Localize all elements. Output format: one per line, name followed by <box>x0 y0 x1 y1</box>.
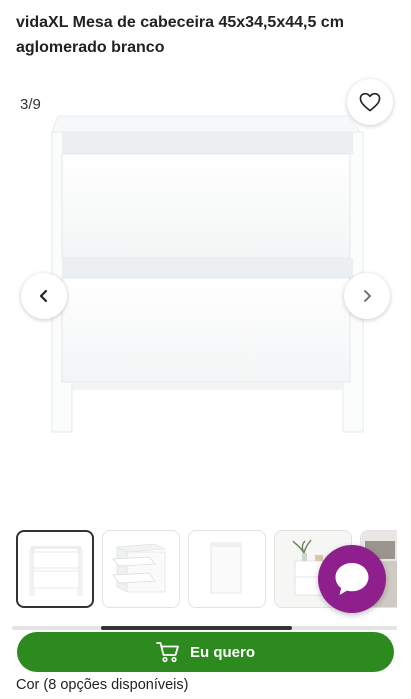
thumb-side-view <box>210 542 242 594</box>
image-counter: 3/9 <box>20 96 41 113</box>
buy-button[interactable]: Eu quero <box>17 632 394 672</box>
chevron-left-icon <box>39 289 48 303</box>
product-title: vidaXL Mesa de cabeceira 45x34,5x44,5 cm… <box>16 14 344 56</box>
thumb-front-view <box>29 546 83 596</box>
thumbnail-item[interactable] <box>16 530 94 608</box>
scrollbar-thumb[interactable] <box>101 626 292 630</box>
chevron-right-icon <box>364 290 371 302</box>
chat-button[interactable] <box>318 545 386 613</box>
next-image-button[interactable] <box>344 273 390 319</box>
chat-bubble-icon <box>335 563 369 595</box>
thumb-drawers-open <box>112 543 167 593</box>
thumbnail-item[interactable] <box>102 530 180 608</box>
color-options-label: Cor (8 opções disponíveis) <box>16 677 189 693</box>
thumbnail-item[interactable] <box>188 530 266 608</box>
heart-icon <box>359 92 381 112</box>
buy-button-label: Eu quero <box>189 643 255 661</box>
product-image <box>51 115 364 433</box>
cart-icon <box>156 642 179 663</box>
previous-image-button[interactable] <box>21 273 67 319</box>
